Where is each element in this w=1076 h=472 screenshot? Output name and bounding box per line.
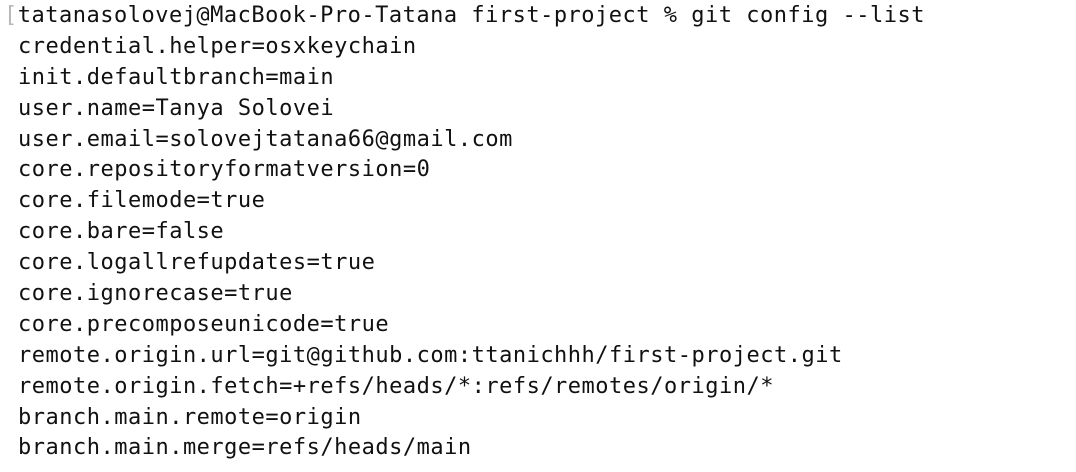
output-line: core.logallrefupdates=true: [18, 250, 376, 276]
prompt-symbol: %: [663, 3, 678, 28]
output-line: branch.main.remote=origin: [18, 404, 362, 430]
output-line: user.email=solovejtatana66@gmail.com: [18, 126, 513, 152]
output-line: user.name=Tanya Solovei: [18, 95, 335, 121]
prompt-line: [tatanasolovej@MacBook-Pro-Tatana first-…: [4, 1, 1076, 32]
output-line: core.filemode=true: [18, 188, 266, 214]
prompt-directory: first-project: [471, 3, 651, 28]
output-line: branch.main.merge=refs/heads/main: [18, 435, 472, 461]
output-line: remote.origin.url=git@github.com:ttanich…: [18, 342, 843, 368]
output-line: remote.origin.fetch=+refs/heads/*:refs/r…: [18, 373, 774, 399]
prompt-user-host: tatanasolovej@MacBook-Pro-Tatana: [17, 3, 458, 28]
output-line: core.ignorecase=true: [18, 281, 293, 307]
output-line: init.defaultbranch=main: [18, 64, 335, 90]
output-line: credential.helper=osxkeychain: [18, 33, 417, 59]
output-line: core.precomposeunicode=true: [18, 311, 390, 337]
command-text: git config --list: [691, 3, 925, 28]
terminal-window[interactable]: [tatanasolovej@MacBook-Pro-Tatana first-…: [0, 0, 1076, 472]
prompt-mark-bracket: [: [4, 3, 18, 28]
output-line: core.repositoryformatversion=0: [18, 157, 431, 183]
output-line: core.bare=false: [18, 219, 225, 245]
